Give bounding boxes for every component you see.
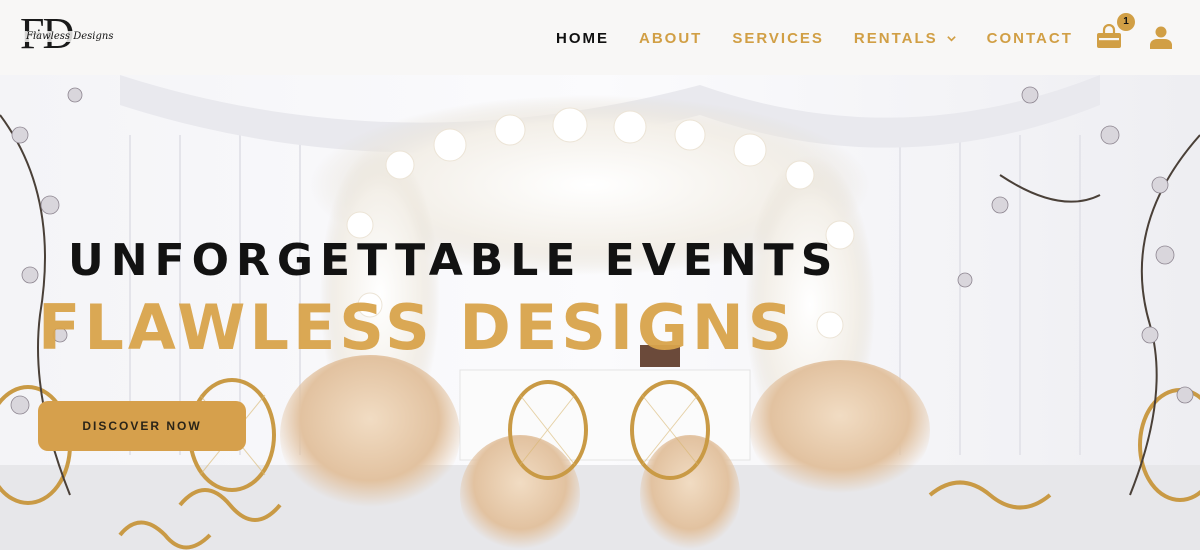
chevron-down-icon	[946, 35, 956, 42]
nav-rentals[interactable]: RENTALS	[854, 30, 957, 47]
hero-section: UNFORGETTABLE EVENTS FLAWLESS DESIGNS DI…	[0, 75, 1200, 550]
nav-contact[interactable]: CONTACT	[987, 30, 1073, 47]
hero-title: UNFORGETTABLE EVENTS	[68, 235, 840, 286]
main-nav: HOME ABOUT SERVICES RENTALS CONTACT	[556, 28, 1103, 48]
shopping-bag-icon[interactable]	[1096, 24, 1122, 50]
cart-count-badge: 1	[1117, 13, 1135, 31]
logo-script: Flawless Designs	[25, 31, 115, 42]
nav-services[interactable]: SERVICES	[732, 30, 824, 47]
nav-about[interactable]: ABOUT	[639, 30, 702, 47]
nav-home[interactable]: HOME	[556, 30, 609, 47]
site-header: FD Flawless Designs HOME ABOUT SERVICES …	[0, 0, 1200, 75]
logo[interactable]: FD Flawless Designs	[20, 9, 115, 60]
discover-now-button[interactable]: DISCOVER NOW	[38, 401, 246, 451]
hero-brand-name: FLAWLESS DESIGNS	[38, 291, 797, 364]
user-icon[interactable]	[1149, 25, 1173, 49]
nav-rentals-label: RENTALS	[853, 29, 938, 47]
